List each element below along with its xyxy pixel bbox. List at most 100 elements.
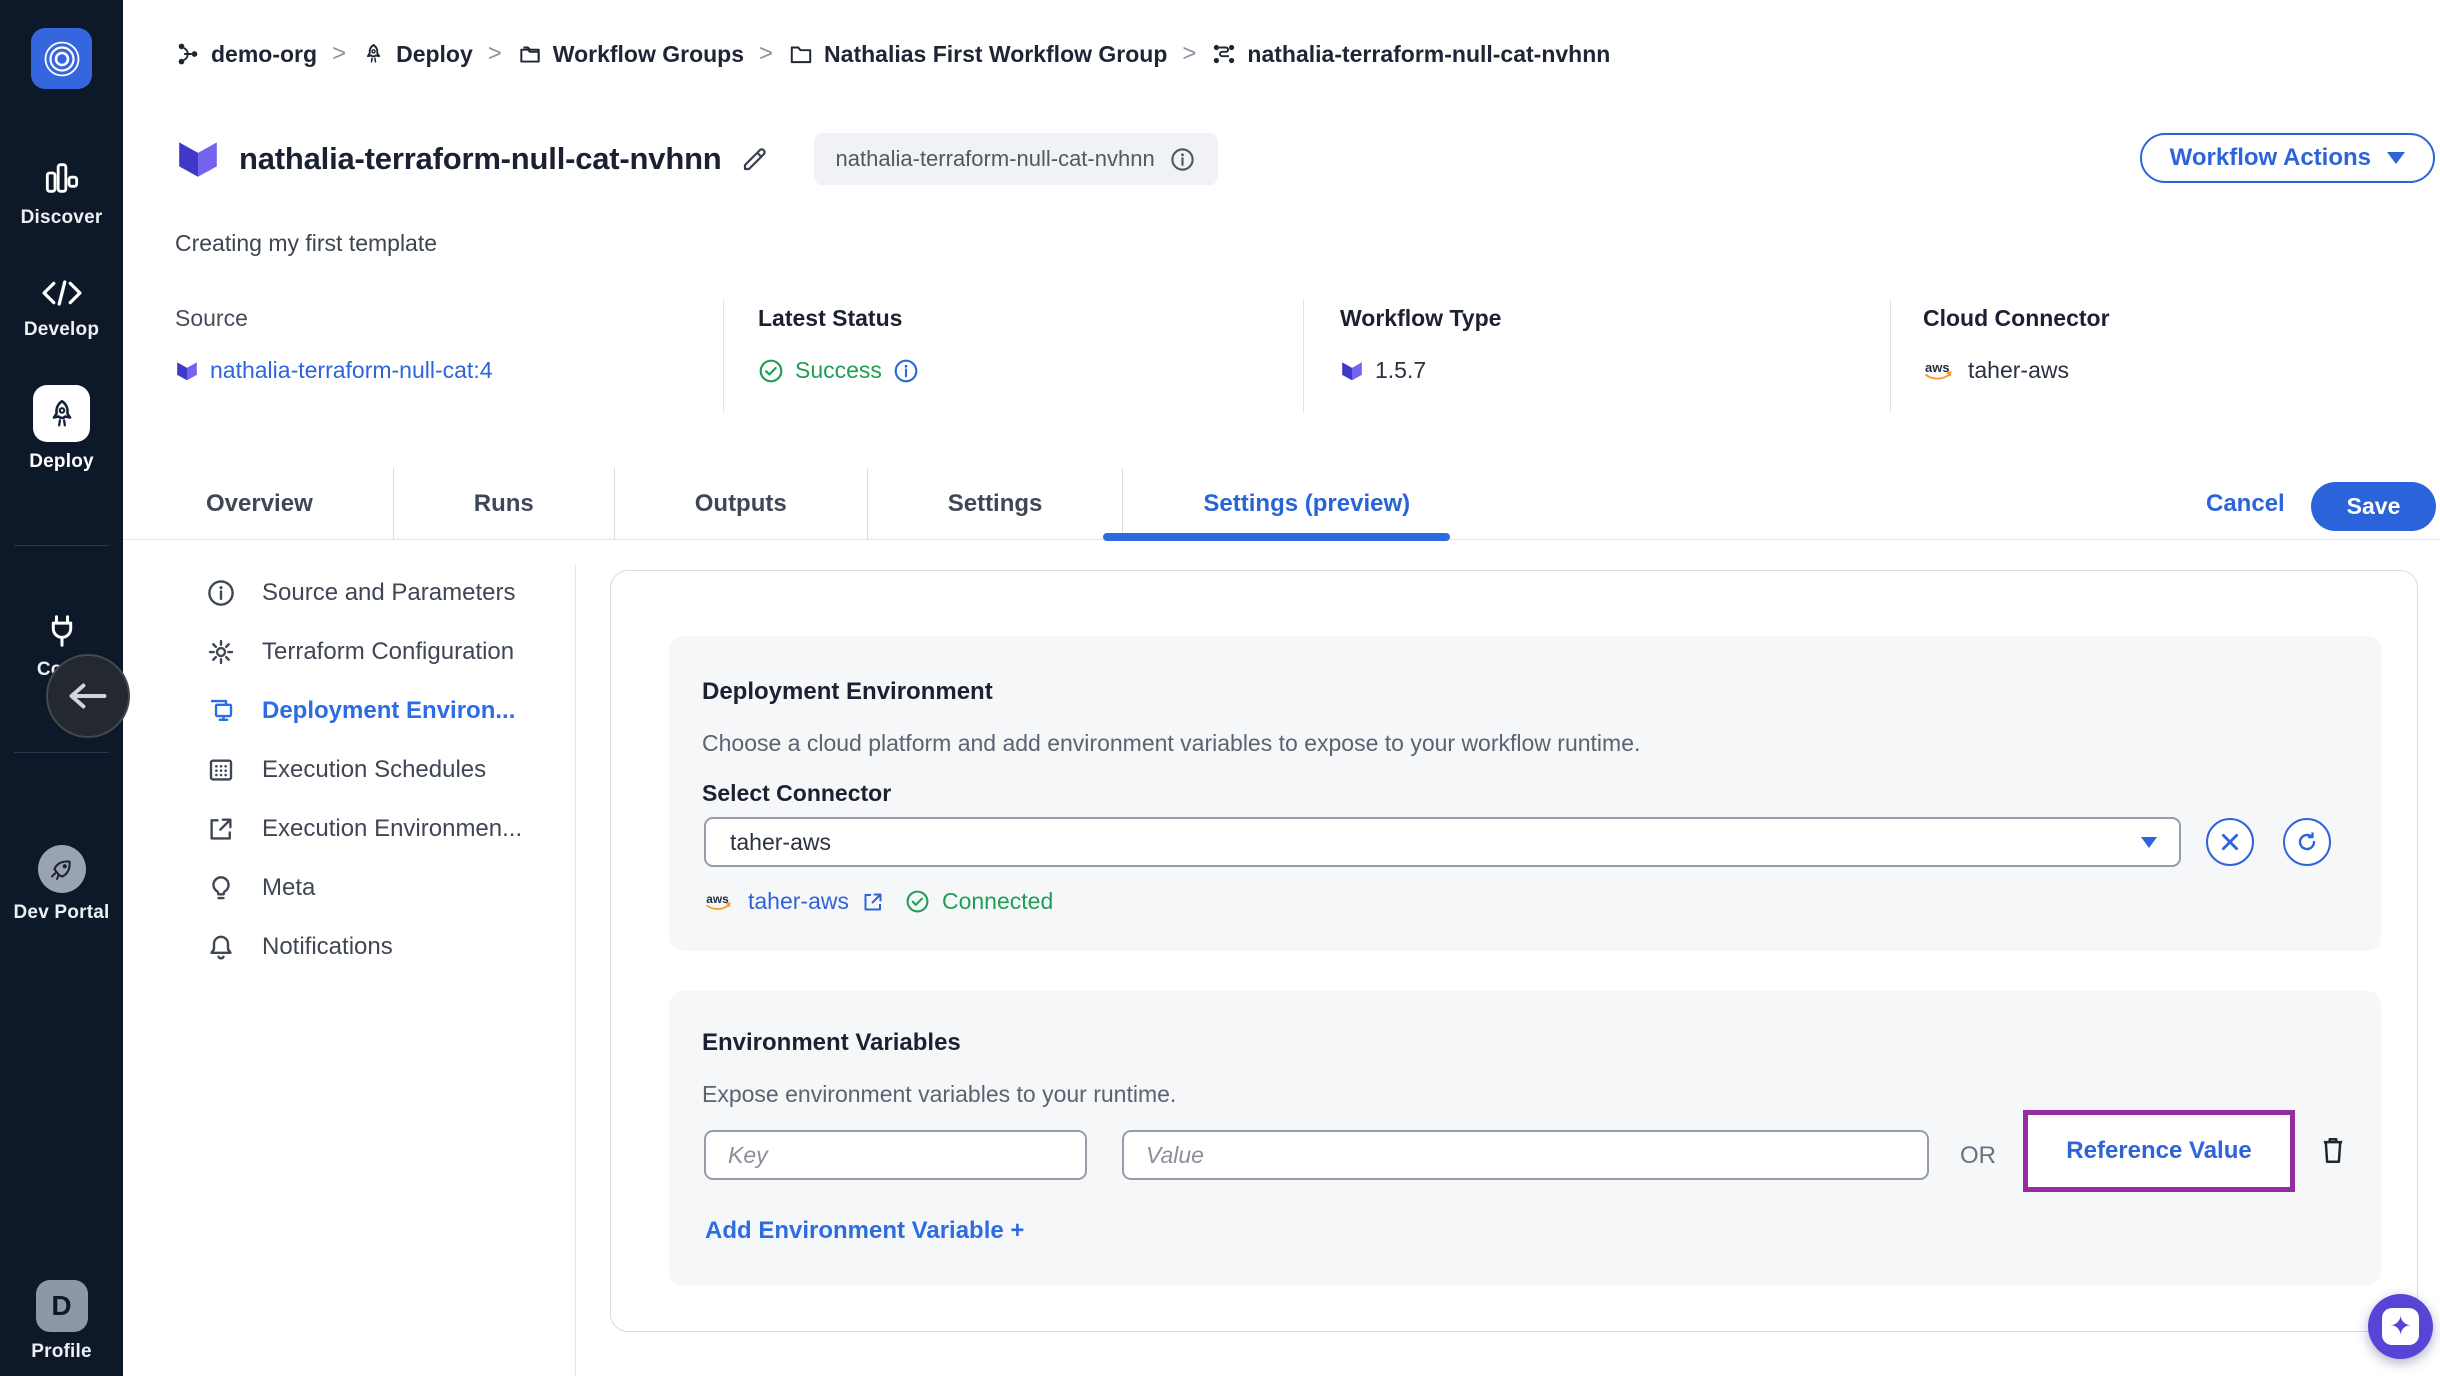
delete-variable-button[interactable] (2317, 1133, 2349, 1167)
rocket-icon (45, 397, 79, 431)
connector-select[interactable]: taher-aws (704, 817, 2181, 867)
tabbar: Overview Runs Outputs Settings Settings … (123, 468, 2440, 540)
meta-cloud-connector: Cloud Connector aws taher-aws (1923, 305, 2110, 384)
sidebar-item-dev-portal[interactable]: Dev Portal (0, 845, 123, 924)
add-environment-variable-link[interactable]: Add Environment Variable + (705, 1217, 1024, 1245)
sidebar-item-deploy[interactable]: Deploy (0, 385, 123, 473)
edit-pencil-icon[interactable] (740, 144, 770, 174)
status-badge: Success (795, 357, 882, 384)
settings-preview-panel: Deployment Environment Choose a cloud pl… (610, 570, 2418, 1332)
terraform-logo-icon (175, 138, 221, 180)
connector-link[interactable]: taher-aws (748, 888, 849, 915)
breadcrumb-separator: > (332, 40, 346, 68)
settings-nav-label: Source and Parameters (262, 579, 515, 607)
section-description: Choose a cloud platform and add environm… (702, 730, 1640, 757)
gear-icon (205, 637, 237, 667)
breadcrumb-separator: > (488, 40, 502, 68)
source-link[interactable]: nathalia-terraform-null-cat:4 (210, 357, 493, 384)
settings-nav-label: Meta (262, 874, 315, 902)
meta-divider (1303, 300, 1304, 412)
svg-text:aws: aws (1925, 360, 1950, 375)
breadcrumb-item-org[interactable]: demo-org (175, 41, 317, 68)
info-icon[interactable] (1169, 146, 1196, 173)
clear-connector-button[interactable] (2206, 818, 2254, 866)
workflow-id-chip: nathalia-terraform-null-cat-nvhnn (814, 133, 1218, 185)
sidebar-item-discover[interactable]: Discover (0, 158, 123, 229)
settings-nav-terraform-configuration[interactable]: Terraform Configuration (205, 622, 522, 681)
breadcrumb-label: nathalia-terraform-null-cat-nvhnn (1247, 41, 1610, 68)
bell-icon (205, 932, 237, 962)
svg-text:aws: aws (706, 891, 729, 905)
sidebar-item-develop[interactable]: Develop (0, 276, 123, 341)
meta-divider (1890, 300, 1891, 412)
settings-nav-meta[interactable]: Meta (205, 858, 522, 917)
dev-portal-badge (38, 845, 86, 893)
rocket-icon (361, 42, 386, 67)
breadcrumb-item-workflow-groups[interactable]: Workflow Groups (517, 41, 744, 68)
sidebar-item-label: Deploy (29, 451, 94, 473)
breadcrumb-item-workflow[interactable]: nathalia-terraform-null-cat-nvhnn (1211, 41, 1610, 68)
env-value-input[interactable] (1122, 1130, 1929, 1180)
settings-nav-label: Terraform Configuration (262, 638, 514, 666)
settings-nav-execution-schedules[interactable]: Execution Schedules (205, 740, 522, 799)
meta-workflow-type: Workflow Type 1.5.7 (1340, 305, 1501, 384)
chevron-down-icon (2387, 152, 2405, 164)
workflow-actions-label: Workflow Actions (2170, 144, 2371, 172)
save-button[interactable]: Save (2311, 482, 2436, 531)
section-title: Environment Variables (702, 1029, 961, 1057)
info-icon (205, 578, 237, 608)
breadcrumb-item-group[interactable]: Nathalias First Workflow Group (788, 41, 1167, 68)
harness-logo[interactable] (31, 28, 92, 89)
tab-label: Overview (206, 490, 313, 518)
external-link-icon (205, 814, 237, 844)
check-circle-icon (905, 889, 930, 914)
connected-status: Connected (942, 888, 1053, 915)
plug-icon (43, 612, 81, 650)
env-key-input[interactable] (704, 1130, 1087, 1180)
breadcrumb-label: Deploy (396, 41, 473, 68)
collapse-sidebar-button[interactable] (46, 654, 130, 738)
sidebar-item-label: Profile (31, 1341, 92, 1363)
title-row: nathalia-terraform-null-cat-nvhnn nathal… (175, 133, 1218, 185)
settings-nav-source-parameters[interactable]: Source and Parameters (205, 563, 522, 622)
org-hierarchy-icon (175, 41, 201, 67)
breadcrumb: demo-org > Deploy > Workflow Groups > Na… (175, 40, 1610, 68)
breadcrumb-item-deploy[interactable]: Deploy (361, 41, 473, 68)
arrow-left-icon (67, 681, 109, 711)
external-link-icon[interactable] (861, 890, 885, 914)
terraform-logo-icon (1340, 360, 1364, 382)
reference-value-button[interactable]: Reference Value (2023, 1110, 2295, 1192)
rocket-ship-icon (47, 854, 77, 884)
ai-assistant-fab[interactable]: ✦ (2368, 1294, 2433, 1359)
tab-runs[interactable]: Runs (393, 468, 614, 540)
tab-label: Settings (preview) (1203, 490, 1410, 518)
settings-nav-execution-environments[interactable]: Execution Environmen... (205, 799, 522, 858)
refresh-connector-button[interactable] (2283, 818, 2331, 866)
sidebar-item-profile[interactable]: D Profile (0, 1280, 123, 1363)
code-icon (40, 276, 84, 310)
settings-nav-notifications[interactable]: Notifications (205, 917, 522, 976)
tab-label: Runs (474, 490, 534, 518)
cancel-button[interactable]: Cancel (2206, 490, 2285, 518)
workflow-actions-button[interactable]: Workflow Actions (2140, 133, 2435, 183)
breadcrumb-label: demo-org (211, 41, 317, 68)
refresh-icon (2295, 830, 2319, 854)
or-label: OR (1960, 1142, 1996, 1170)
tab-settings[interactable]: Settings (867, 468, 1123, 540)
tab-label: Settings (948, 490, 1043, 518)
tab-settings-preview[interactable]: Settings (preview) (1122, 468, 1490, 540)
connector-status-row: aws taher-aws Connected (704, 888, 1053, 915)
settings-nav-deployment-environment[interactable]: Deployment Environ... (205, 681, 522, 740)
connector-selected-value: taher-aws (730, 829, 831, 856)
settings-nav-label: Execution Environmen... (262, 815, 522, 843)
tab-outputs[interactable]: Outputs (614, 468, 867, 540)
select-connector-label: Select Connector (702, 780, 891, 807)
chevron-down-icon (2141, 837, 2157, 848)
info-icon[interactable] (893, 358, 919, 384)
tab-overview[interactable]: Overview (206, 468, 393, 540)
workflow-icon (1211, 41, 1237, 67)
sidebar-item-label: Dev Portal (14, 902, 110, 924)
settings-nav-divider (575, 565, 576, 1376)
sidebar-item-label: Develop (24, 319, 99, 341)
breadcrumb-separator: > (1182, 40, 1196, 68)
